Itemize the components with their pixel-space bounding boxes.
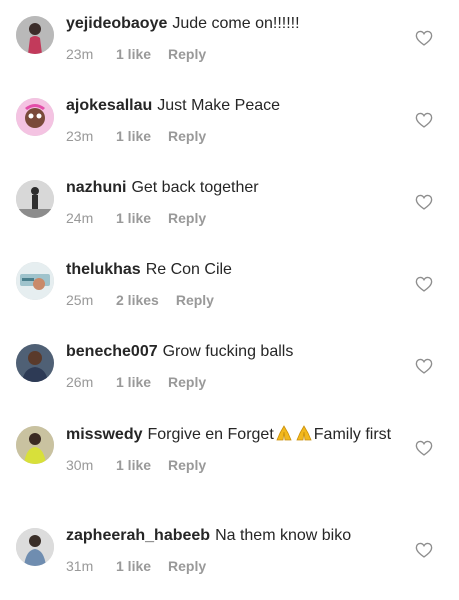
reply-button[interactable]: Reply [168, 558, 206, 574]
comment-text: ajokesallau Just Make Peace [66, 96, 396, 116]
comment-time: 31m [66, 558, 94, 574]
avatar[interactable] [16, 16, 54, 54]
avatar-image [16, 180, 54, 218]
heart-icon[interactable] [415, 112, 433, 128]
comment-likes[interactable]: 1 like [116, 374, 151, 390]
heart-icon[interactable] [415, 542, 433, 558]
heart-icon[interactable] [415, 194, 433, 210]
comment-message: Get back together [131, 179, 259, 196]
comment-likes[interactable]: 1 like [116, 210, 151, 226]
comment-time: 25m [66, 292, 94, 308]
comment-username[interactable]: misswedy [66, 426, 142, 443]
comment-likes[interactable]: 1 like [116, 128, 151, 144]
comment-meta: 24m 1 like Reply [66, 210, 396, 226]
comment-message: Re Con Cile [145, 261, 232, 278]
heart-icon[interactable] [415, 440, 433, 456]
avatar[interactable] [16, 528, 54, 566]
comment-message: Jude come on!!!!!! [172, 15, 300, 32]
comment-text: zapheerah_habeeb Na them know biko [66, 526, 396, 546]
avatar[interactable] [16, 98, 54, 136]
comment-message: Forgive en Forget [147, 426, 274, 443]
reply-button[interactable]: Reply [176, 292, 214, 308]
comment-likes[interactable]: 2 likes [116, 292, 159, 308]
reply-button[interactable]: Reply [168, 457, 206, 473]
reply-button[interactable]: Reply [168, 46, 206, 62]
comment-message: Just Make Peace [157, 97, 281, 114]
comment-username[interactable]: beneche007 [66, 343, 158, 360]
comment-text: misswedy Forgive en Forget Family first [66, 424, 396, 445]
avatar[interactable] [16, 180, 54, 218]
comment-time: 23m [66, 128, 94, 144]
comment-meta: 30m 1 like Reply [66, 457, 396, 473]
avatar-image [16, 426, 54, 464]
avatar[interactable] [16, 344, 54, 382]
comment-time: 30m [66, 457, 94, 473]
comment-time: 26m [66, 374, 94, 390]
reply-button[interactable]: Reply [168, 128, 206, 144]
comment-message-continued: Family first [313, 426, 392, 443]
comment-meta: 23m 1 like Reply [66, 128, 396, 144]
heart-icon[interactable] [415, 276, 433, 292]
comment-text: yejideobaoye Jude come on!!!!!! [66, 14, 396, 34]
reply-button[interactable]: Reply [168, 210, 206, 226]
avatar-image [16, 528, 54, 566]
comment-meta: 31m 1 like Reply [66, 558, 396, 574]
comment-username[interactable]: ajokesallau [66, 97, 152, 114]
comment-text: nazhuni Get back together [66, 178, 396, 198]
comment-message: Na them know biko [215, 527, 352, 544]
comment-time: 24m [66, 210, 94, 226]
folded-hands-icon [274, 424, 294, 442]
avatar[interactable] [16, 262, 54, 300]
avatar-image [16, 344, 54, 382]
comment-meta: 23m 1 like Reply [66, 46, 396, 62]
comment-username[interactable]: thelukhas [66, 261, 141, 278]
comment-likes[interactable]: 1 like [116, 457, 151, 473]
comment-time: 23m [66, 46, 94, 62]
comment-likes[interactable]: 1 like [116, 46, 151, 62]
comment-message: Grow fucking balls [162, 343, 294, 360]
comment-username[interactable]: yejideobaoye [66, 15, 167, 32]
comment-meta: 25m 2 likes Reply [66, 292, 396, 308]
comment-meta: 26m 1 like Reply [66, 374, 396, 390]
folded-hands-icon [294, 424, 314, 442]
avatar-image [16, 16, 54, 54]
heart-icon[interactable] [415, 358, 433, 374]
comment-text: thelukhas Re Con Cile [66, 260, 396, 280]
avatar-image [16, 262, 54, 300]
comment-username[interactable]: nazhuni [66, 179, 126, 196]
comment-text: beneche007 Grow fucking balls [66, 342, 396, 362]
avatar[interactable] [16, 426, 54, 464]
comment-likes[interactable]: 1 like [116, 558, 151, 574]
reply-button[interactable]: Reply [168, 374, 206, 390]
heart-icon[interactable] [415, 30, 433, 46]
comment-username[interactable]: zapheerah_habeeb [66, 527, 210, 544]
avatar-image [16, 98, 54, 136]
